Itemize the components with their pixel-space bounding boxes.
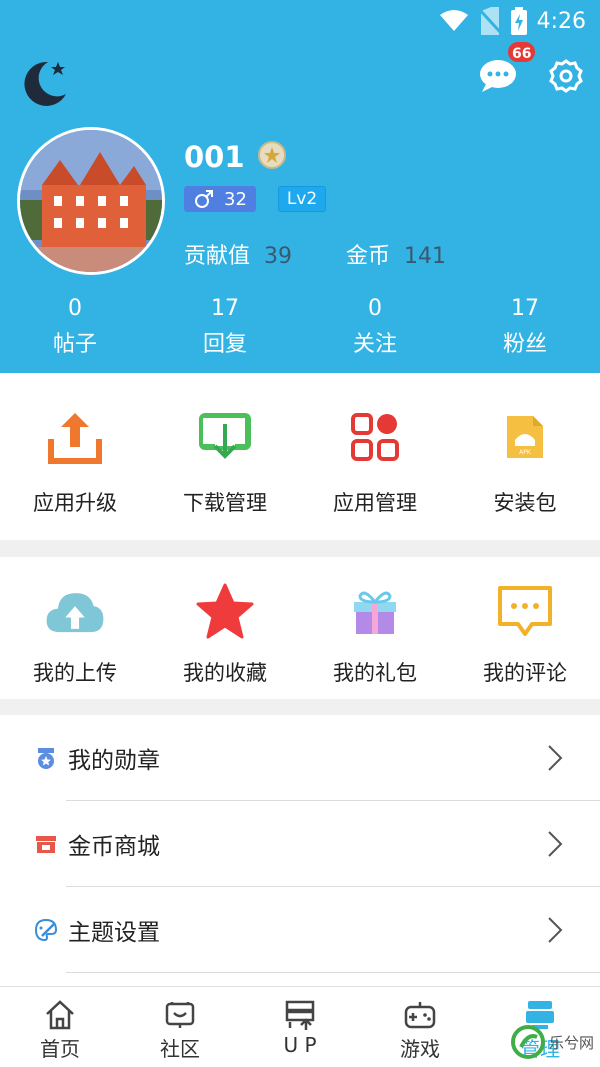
tab-games[interactable]: 游戏: [360, 987, 480, 1067]
watermark-text: 乐兮网: [548, 1033, 594, 1052]
wifi-icon: [439, 10, 468, 31]
battery-icon: [510, 7, 527, 35]
gear-icon[interactable]: [548, 58, 584, 94]
bottom-tab-bar: 首页 社区 U P 游戏 管理 乐兮网: [0, 986, 600, 1067]
cloud-upload-icon: [45, 581, 105, 641]
watermark-logo-icon: [510, 1025, 545, 1059]
shop-icon: [36, 836, 56, 853]
my-uploads-button[interactable]: 我的上传: [0, 557, 150, 699]
chevron-right-icon: [548, 917, 563, 943]
gender-age-badge: 32: [184, 186, 256, 212]
male-icon: [195, 190, 213, 208]
palette-icon: [34, 918, 58, 942]
tab-up[interactable]: U P: [240, 987, 360, 1067]
download-icon: [195, 407, 255, 467]
comment-icon: [495, 581, 555, 641]
apk-icon: APK: [495, 407, 555, 467]
coins-value: 141: [404, 244, 447, 269]
coins-stat: 金币 141: [346, 238, 446, 270]
home-icon: [46, 1000, 74, 1030]
divider: [66, 972, 600, 973]
app-manager-button[interactable]: 应用管理: [300, 373, 450, 540]
count-fans[interactable]: 17 粉丝: [450, 296, 600, 358]
my-gifts-button[interactable]: 我的礼包: [300, 557, 450, 699]
settings-list: 我的勋章 金币商城 主题设置: [0, 715, 600, 986]
install-package-button[interactable]: APK 安装包: [450, 373, 600, 540]
message-icon[interactable]: [478, 58, 518, 94]
my-comments-button[interactable]: 我的评论: [450, 557, 600, 699]
chevron-right-icon: [548, 831, 563, 857]
medal-icon: [38, 748, 54, 769]
profile-counts: 0 帖子 17 回复 0 关注 17 粉丝: [0, 296, 600, 358]
app-upgrade-button[interactable]: 应用升级: [0, 373, 150, 540]
level-badge: Lv2: [278, 186, 326, 212]
gamepad-icon: [404, 1002, 436, 1029]
count-replies[interactable]: 17 回复: [150, 296, 300, 358]
tab-community[interactable]: 社区: [120, 987, 240, 1067]
avatar[interactable]: [17, 127, 165, 275]
menu-item-medals[interactable]: 我的勋章: [0, 715, 600, 801]
my-favorites-button[interactable]: 我的收藏: [150, 557, 300, 699]
status-time: 4:26: [536, 8, 586, 34]
contribution-value: 39: [264, 244, 293, 269]
personal-grid: 我的上传 我的收藏 我的礼包 我的评论: [0, 557, 600, 699]
star-icon: [195, 581, 255, 641]
contribution-label: 贡献值: [184, 244, 251, 269]
night-mode-icon[interactable]: [18, 56, 70, 108]
menu-item-coin-shop[interactable]: 金币商城: [0, 801, 600, 887]
download-manager-button[interactable]: 下载管理: [150, 373, 300, 540]
svg-text:APK: APK: [519, 449, 532, 456]
username: 001: [184, 140, 245, 174]
apps-icon: [345, 407, 405, 467]
contribution-stat: 贡献值 39: [184, 238, 292, 270]
count-following[interactable]: 0 关注: [300, 296, 450, 358]
coins-label: 金币: [346, 244, 391, 269]
tab-home[interactable]: 首页: [0, 987, 120, 1067]
medal-badge-icon: [258, 141, 286, 169]
chevron-right-icon: [548, 745, 563, 771]
community-icon: [165, 1002, 195, 1028]
notification-badge: 66: [506, 40, 538, 64]
upload-icon: [45, 407, 105, 467]
age-value: 32: [224, 188, 247, 210]
status-bar: 4:26: [439, 6, 586, 36]
gift-icon: [345, 581, 405, 641]
profile-header: 4:26 66 001 32 Lv2 贡献值 39 金币 141 0 帖子 17…: [0, 0, 600, 373]
watermark: 乐兮网: [510, 1025, 594, 1059]
up-icon: [285, 1000, 315, 1030]
menu-item-theme-settings[interactable]: 主题设置: [0, 887, 600, 973]
tools-grid: 应用升级 下载管理 应用管理 APK 安装包: [0, 373, 600, 540]
count-posts[interactable]: 0 帖子: [0, 296, 150, 358]
no-sim-icon: [478, 7, 501, 35]
